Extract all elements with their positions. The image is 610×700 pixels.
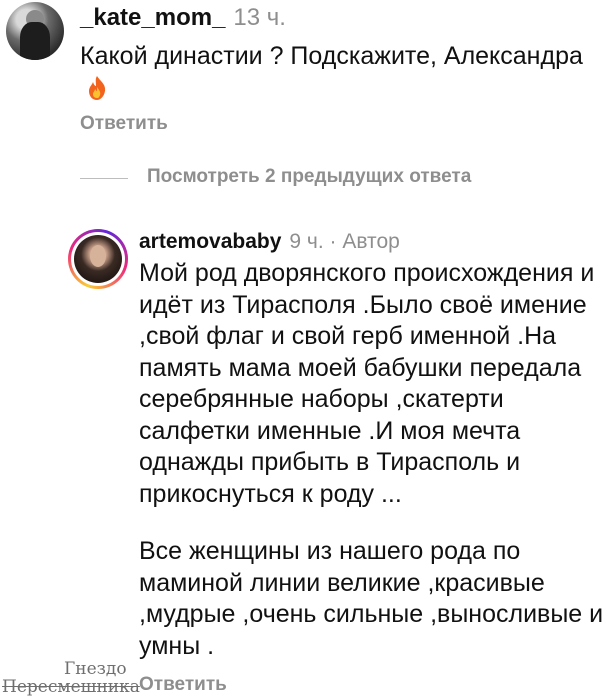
avatar[interactable]: [6, 2, 64, 60]
author-avatar[interactable]: [68, 229, 128, 289]
reply-header: artemovababy 9 ч. · Автор: [139, 230, 400, 254]
reply-text-paragraph-2: Все женщины из нашего рода по маминой ли…: [139, 537, 604, 660]
watermark-line-1: Гнездо: [64, 659, 127, 679]
avatar-figure: [20, 22, 50, 60]
reply-username[interactable]: artemovababy: [139, 230, 281, 253]
author-photo: [74, 235, 122, 283]
watermark-line-2: Пересмешника: [2, 677, 140, 697]
reply-button-2[interactable]: Ответить: [139, 674, 227, 696]
reply-text-paragraph-1: Мой род дворянского происхождения и идёт…: [139, 259, 595, 508]
view-previous-replies-button[interactable]: Посмотреть 2 предыдущих ответа: [147, 166, 471, 188]
author-face: [90, 245, 106, 267]
reply-meta: 9 ч. · Автор: [289, 230, 400, 253]
comment-time: 13 ч.: [233, 4, 286, 31]
watermark: Гнездо Пересмешника: [2, 660, 140, 696]
comment-username[interactable]: _kate_mom_: [80, 4, 225, 31]
reply-button[interactable]: Ответить: [80, 113, 168, 135]
thread-divider: [80, 178, 128, 179]
fire-icon: [86, 75, 108, 110]
comment-text: Какой династии ? Подскажите, Александра: [80, 42, 583, 70]
comment-header: _kate_mom_ 13 ч.: [80, 4, 286, 32]
comment-text-block: Какой династии ? Подскажите, Александра: [80, 40, 600, 110]
